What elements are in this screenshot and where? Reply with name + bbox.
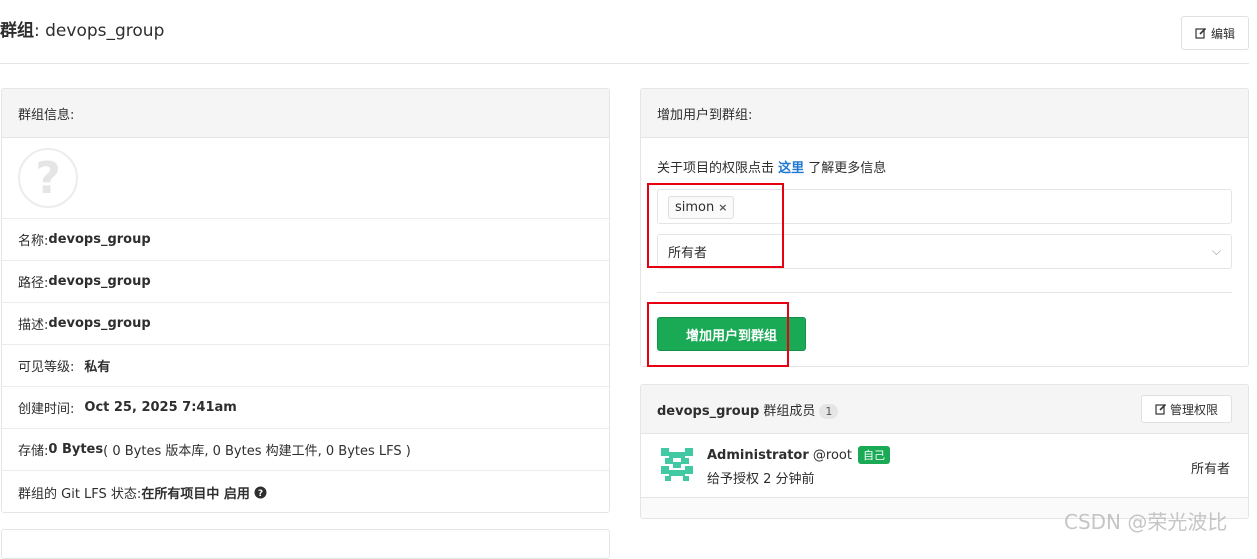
members-count-badge: 1 — [819, 403, 839, 419]
edit-icon — [1195, 27, 1207, 39]
members-group-name: devops_group — [657, 403, 760, 419]
member-row: Administrator @root 自己 给予授权 2 分钟前 所有者 — [641, 434, 1248, 498]
edit-button[interactable]: 编辑 — [1181, 16, 1249, 50]
members-heading-suffix: 群组成员 — [759, 403, 816, 419]
chevron-down-icon: ⌵ — [1211, 244, 1221, 258]
edit-button-label: 编辑 — [1210, 26, 1235, 41]
question-circle-icon[interactable]: ? — [254, 486, 267, 499]
storage-label: 存储: — [18, 444, 49, 459]
info-row-description: 描述: devops_group — [2, 303, 609, 345]
info-row-name: 名称: devops_group — [2, 219, 609, 261]
group-members-panel: devops_group 群组成员 1 管理权限 Administrator @r… — [640, 384, 1249, 519]
page-title-name: : devops_group — [34, 21, 165, 41]
storage-value: 0 Bytes — [48, 442, 104, 457]
info-value: devops_group — [48, 274, 151, 289]
lfs-value: 在所有项目中 启用 — [141, 486, 250, 502]
info-label: 可见等级: — [18, 360, 75, 375]
highlight-box-button — [647, 302, 789, 367]
self-badge: 自己 — [857, 446, 890, 464]
group-avatar-row: ? — [2, 138, 609, 219]
info-label: 创建时间: — [18, 402, 75, 417]
storage-detail: ( 0 Bytes 版本库, 0 Bytes 构建工件, 0 Bytes LFS… — [103, 444, 411, 459]
group-avatar-placeholder-icon: ? — [18, 148, 78, 208]
member-granted-time: 给予授权 2 分钟前 — [707, 472, 815, 487]
info-label: 描述: — [18, 318, 49, 333]
add-user-heading: 增加用户到群组: — [641, 89, 1248, 138]
info-value: Oct 25, 2025 7:41am — [84, 400, 237, 415]
info-row-storage: 存储: 0 Bytes ( 0 Bytes 版本库, 0 Bytes 构建工件,… — [2, 429, 609, 471]
group-info-heading: 群组信息: — [2, 89, 609, 138]
info-row-path: 路径: devops_group — [2, 261, 609, 303]
manage-access-button[interactable]: 管理权限 — [1141, 395, 1232, 423]
members-title: devops_group 群组成员 1 — [657, 400, 839, 419]
lfs-label: 群组的 Git LFS 状态: — [18, 486, 142, 502]
identicon-avatar[interactable] — [657, 444, 697, 484]
perm-suffix: 了解更多信息 — [804, 161, 887, 176]
form-divider — [657, 292, 1232, 293]
permissions-link[interactable]: 这里 — [778, 161, 804, 176]
members-heading: devops_group 群组成员 1 管理权限 — [641, 385, 1248, 434]
member-username: @root — [808, 448, 852, 463]
info-label: 名称: — [18, 234, 49, 249]
page-title-prefix: 群组 — [0, 21, 34, 41]
group-info-panel: 群组信息: ? 名称: devops_group 路径: devops_grou… — [1, 88, 610, 513]
member-display-name[interactable]: Administrator — [707, 448, 809, 463]
info-row-lfs: 群组的 Git LFS 状态: 在所有项目中 启用 ? — [2, 471, 609, 512]
member-role: 所有者 — [1190, 462, 1230, 477]
info-value: devops_group — [48, 316, 151, 331]
perm-prefix: 关于项目的权限点击 — [657, 161, 779, 176]
info-label: 路径: — [18, 276, 49, 291]
member-name: Administrator @root 自己 — [707, 446, 890, 464]
svg-text:?: ? — [258, 489, 263, 499]
watermark: CSDN @荣光波比 — [1064, 510, 1228, 534]
manage-access-label: 管理权限 — [1169, 402, 1218, 417]
page-title: 群组: devops_group — [0, 16, 164, 41]
next-panel — [1, 529, 610, 559]
edit-icon — [1155, 403, 1167, 415]
highlight-box-inputs — [647, 183, 784, 268]
info-value: devops_group — [48, 232, 151, 247]
info-row-created: 创建时间: Oct 25, 2025 7:41am — [2, 387, 609, 429]
header-divider — [0, 63, 1249, 64]
info-value: 私有 — [84, 360, 111, 375]
permissions-help-text: 关于项目的权限点击 这里 了解更多信息 — [657, 157, 886, 176]
info-row-visibility: 可见等级: 私有 — [2, 345, 609, 387]
